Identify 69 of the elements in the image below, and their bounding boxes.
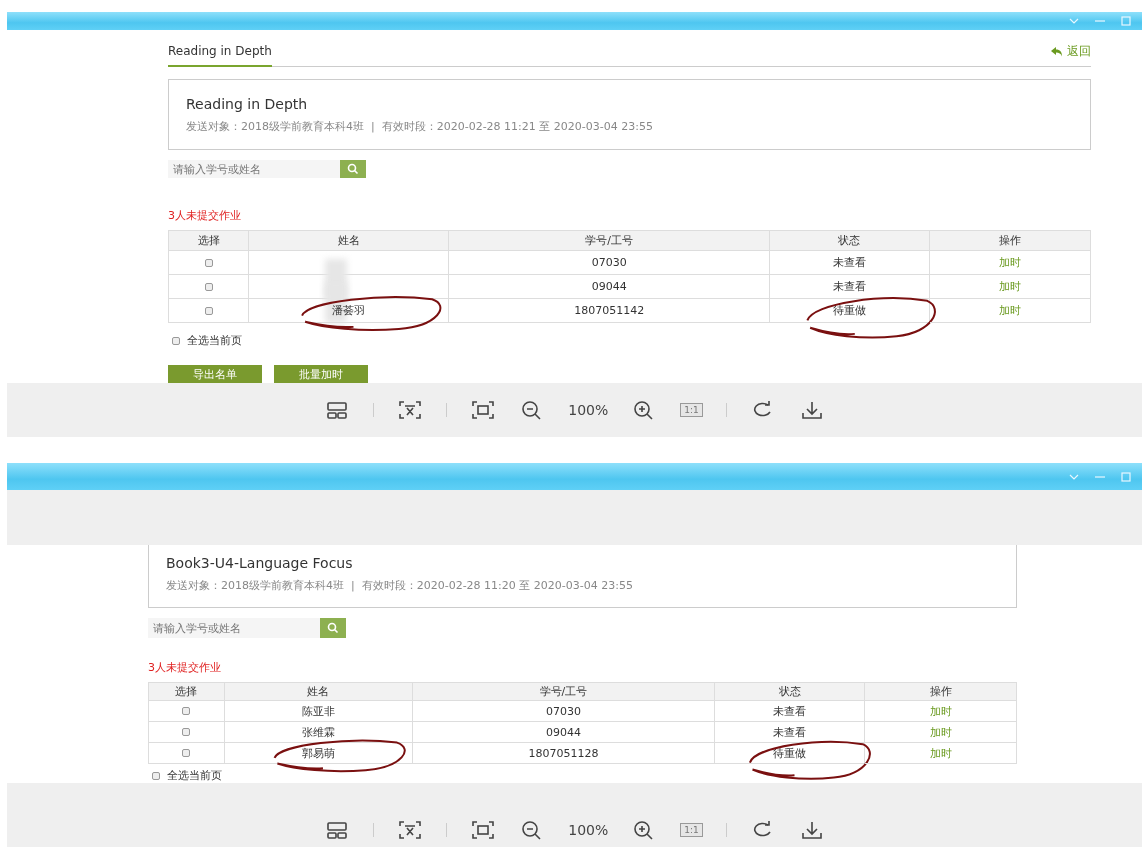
column-header: 姓名: [249, 231, 450, 251]
scan-text-icon[interactable]: [397, 819, 424, 841]
extend-time-link[interactable]: 加时: [929, 724, 952, 740]
name-cell: 郭易萌: [301, 745, 335, 761]
status-cell: 未查看: [773, 724, 806, 740]
select-all-checkbox[interactable]: [152, 771, 160, 780]
number-cell: 07030: [449, 251, 771, 275]
number-cell: 09044: [412, 722, 715, 743]
number-cell: 1807051142: [449, 299, 771, 323]
assignment-title: Book3-U4-Language Focus: [166, 555, 354, 571]
extend-time-link[interactable]: 加时: [998, 255, 1021, 270]
extend-time-link[interactable]: 加时: [929, 745, 952, 761]
status-cell: 未查看: [832, 279, 866, 294]
select-all-label: 全选当前页: [187, 333, 242, 348]
name-cell: 潘荟羽: [332, 303, 366, 318]
row-checkbox[interactable]: [182, 707, 191, 715]
search-field[interactable]: 请输入学号或姓名: [168, 160, 340, 178]
column-header: 学号/工号: [412, 683, 715, 701]
row-checkbox[interactable]: [182, 728, 191, 736]
column-header: 学号/工号: [449, 231, 771, 251]
column-header: 选择: [149, 683, 225, 701]
assignment-meta: 发送对象：2018级学前教育本科4班 | 有效时段：2020-02-28 11:21 至 2020-03-04 23:55: [186, 119, 654, 135]
search-field[interactable]: 请输入学号或姓名: [148, 618, 320, 638]
select-all-label: 全选当前页: [167, 768, 222, 783]
back-arrow-icon: [1051, 46, 1063, 57]
scan-text-icon[interactable]: [397, 399, 424, 421]
tab[interactable]: Reading in Depth: [168, 44, 272, 68]
row-checkbox[interactable]: [182, 749, 191, 757]
number-cell: 09044: [449, 275, 771, 299]
action-button[interactable]: 批量加时: [274, 365, 368, 383]
number-cell: 1807051128: [412, 743, 715, 764]
actual-size-button[interactable]: 1:1: [680, 403, 703, 417]
column-header: 状态: [770, 231, 930, 251]
name-cell: 张维霖: [301, 724, 335, 740]
extend-time-link[interactable]: 加时: [929, 703, 952, 719]
actual-size-button[interactable]: 1:1: [680, 823, 703, 837]
zoom-level: 100%: [568, 402, 609, 418]
search-icon: [347, 163, 359, 175]
column-header: 选择: [169, 231, 250, 251]
zoom-level: 100%: [568, 822, 609, 838]
status-cell: 待重做: [832, 303, 866, 318]
column-header: 操作: [929, 231, 1091, 251]
assignment-title: Reading in Depth: [186, 96, 309, 113]
select-all-checkbox[interactable]: [172, 336, 180, 345]
row-checkbox[interactable]: [204, 258, 213, 267]
maximize-icon[interactable]: [1120, 470, 1132, 483]
name-cell: 陈亚非: [301, 703, 335, 719]
number-cell: 07030: [412, 701, 715, 722]
notice-text: 3人未提交作业: [148, 660, 222, 675]
column-header: 状态: [714, 683, 866, 701]
status-cell: 未查看: [773, 703, 806, 719]
row-checkbox[interactable]: [204, 306, 213, 315]
fit-screen-icon[interactable]: [470, 819, 497, 841]
action-button[interactable]: 导出名单: [168, 365, 262, 383]
extend-time-link[interactable]: 加时: [998, 279, 1021, 294]
search-button[interactable]: [340, 160, 366, 178]
search-icon: [327, 622, 339, 634]
extend-time-link[interactable]: 加时: [998, 303, 1021, 318]
column-header: 操作: [865, 683, 1017, 701]
fit-screen-icon[interactable]: [470, 399, 497, 421]
assignment-meta: 发送对象：2018级学前教育本科4班 | 有效时段：2020-02-28 11:20 至 2020-03-04 23:55: [166, 578, 634, 593]
search-button[interactable]: [320, 618, 346, 638]
maximize-icon[interactable]: [1120, 15, 1132, 27]
column-header: 姓名: [224, 683, 413, 701]
status-cell: 待重做: [773, 745, 806, 761]
row-checkbox[interactable]: [204, 282, 213, 291]
notice-text: 3人未提交作业: [168, 208, 242, 223]
back-link[interactable]: 返回: [1051, 43, 1091, 67]
status-cell: 未查看: [832, 255, 866, 270]
